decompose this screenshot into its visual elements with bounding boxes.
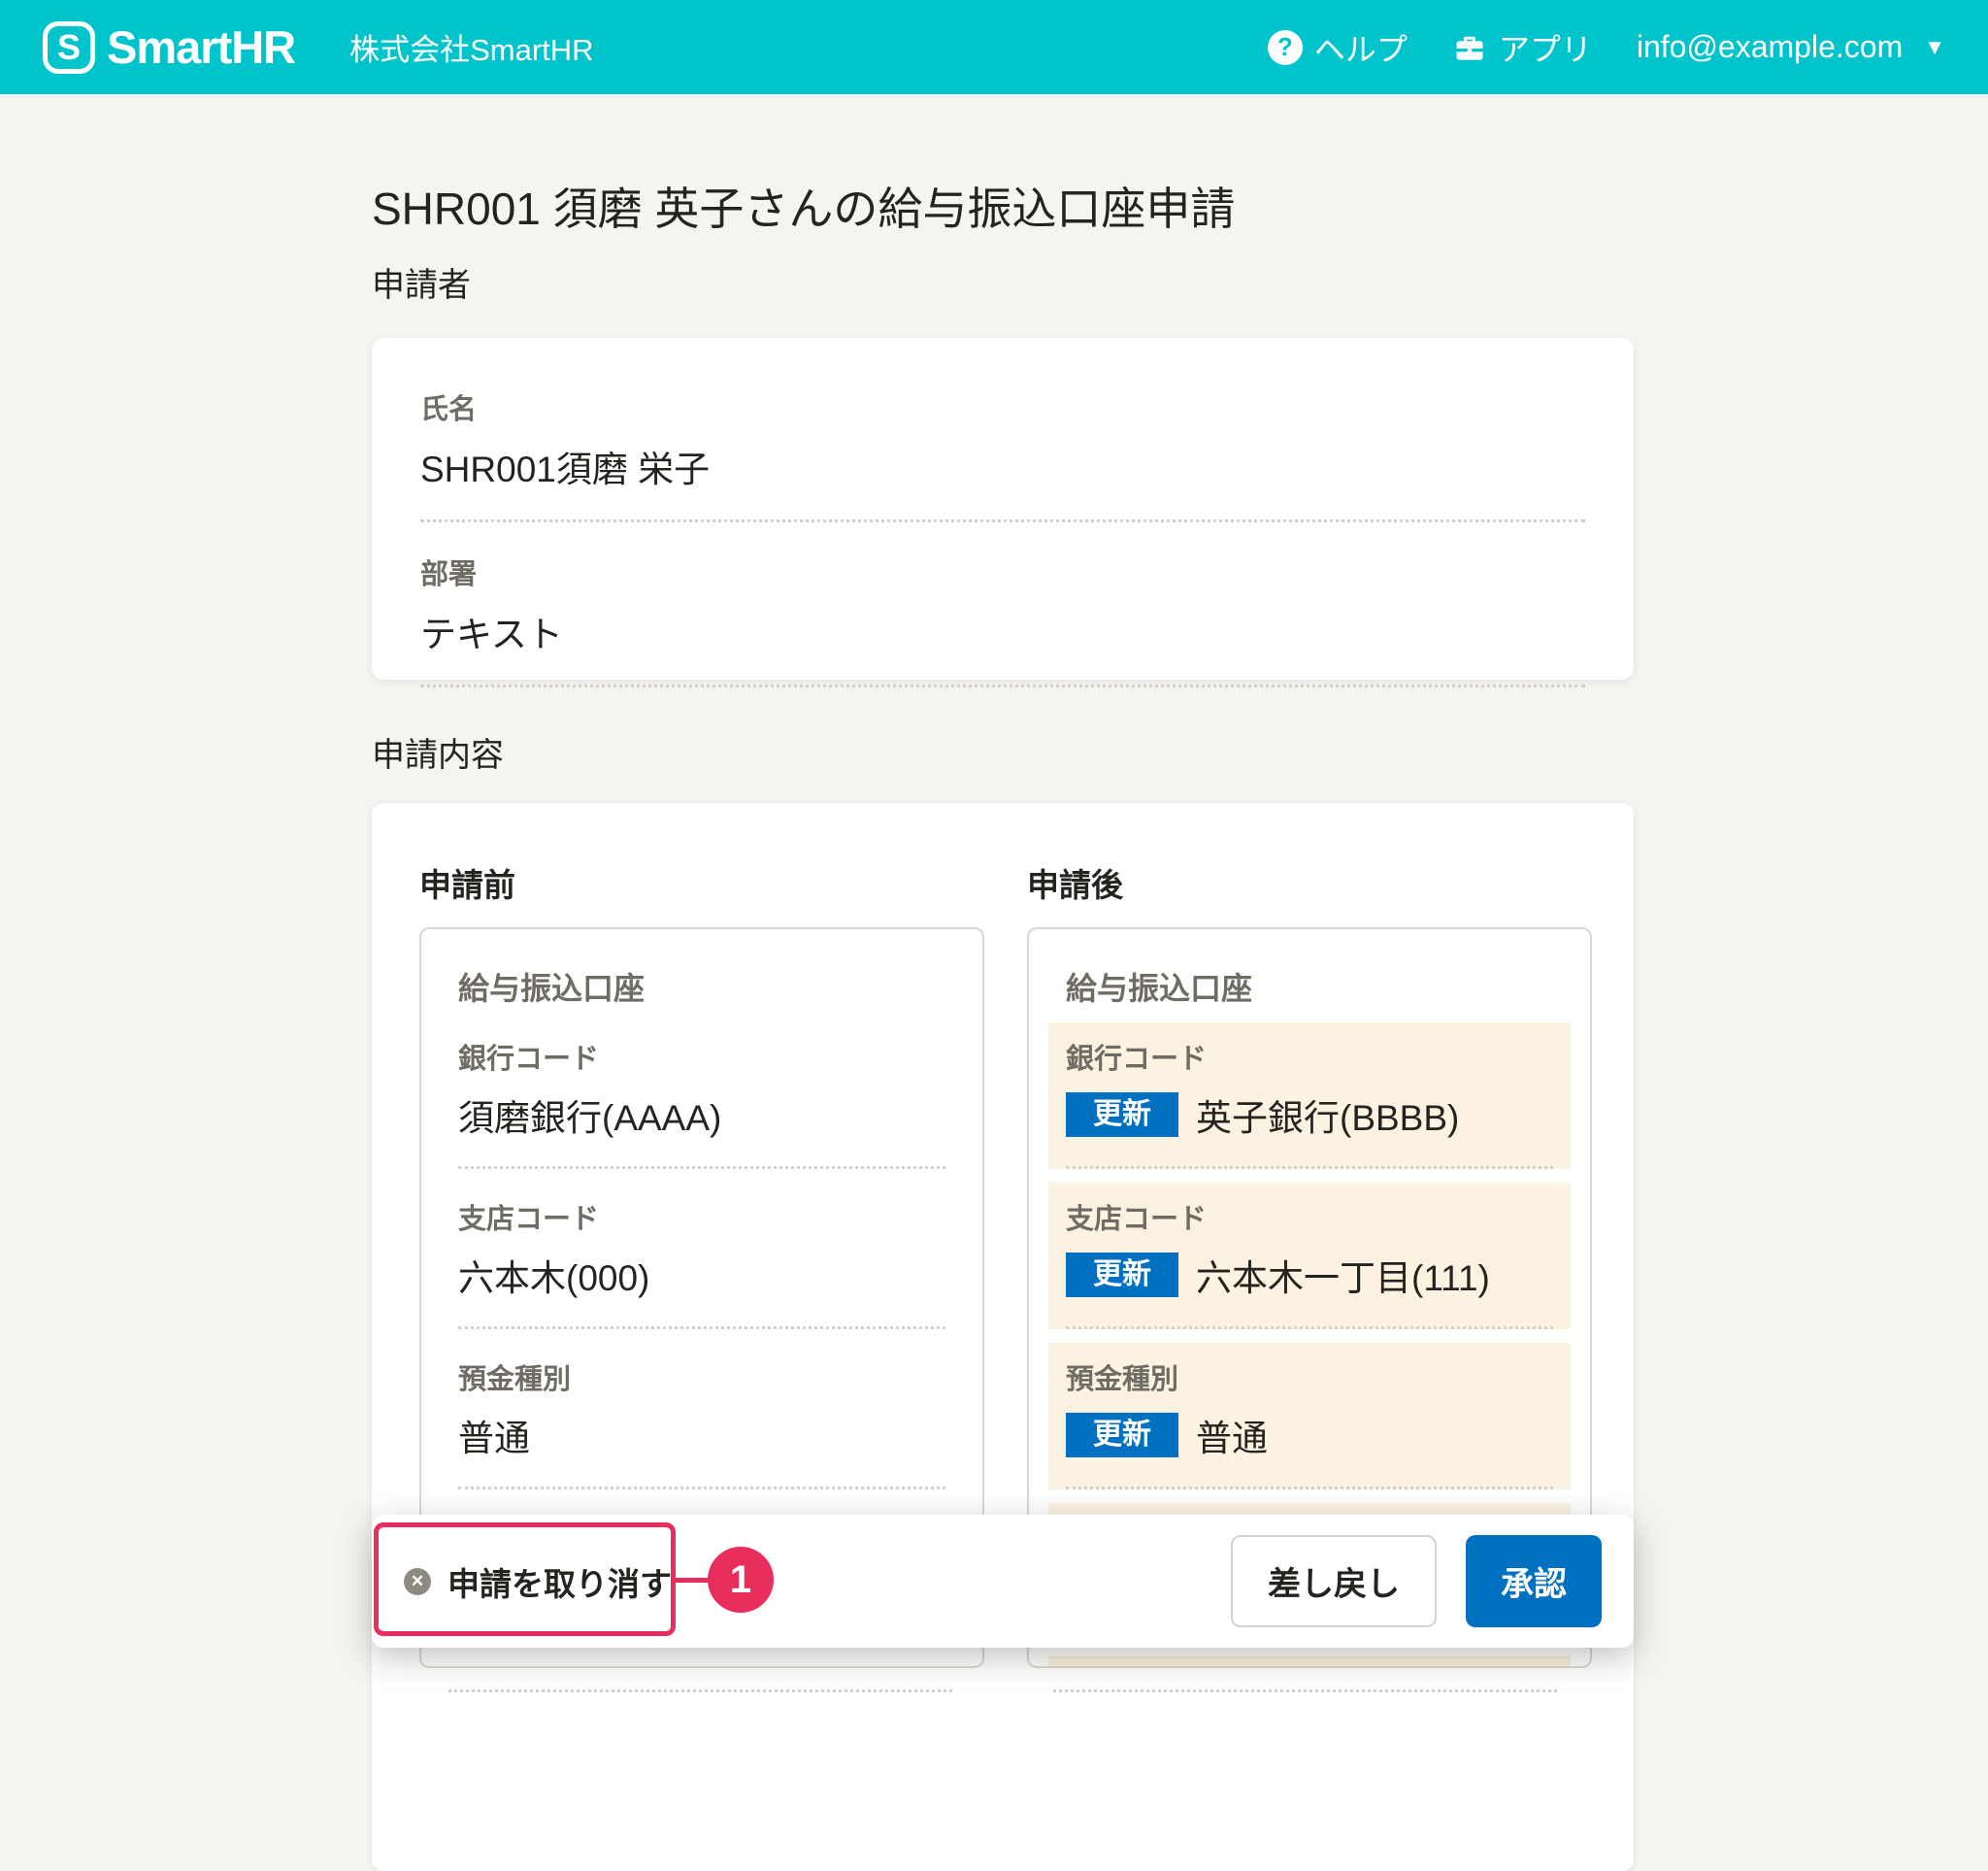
field-label: 氏名: [420, 386, 1585, 427]
smarthr-logo-text: SmartHR: [107, 20, 295, 74]
applicant-card: 氏名 SHR001須磨 栄子 部署 テキスト: [372, 338, 1634, 680]
field-label: 預金種別: [458, 1356, 945, 1397]
account-menu[interactable]: info@example.com ▼: [1637, 29, 1945, 65]
before-field-row: 口座名義（カナ） スマ エイコ: [458, 1665, 945, 1668]
field-value: 六本木(000): [458, 1249, 649, 1301]
close-icon: ✕: [404, 1568, 431, 1595]
smarthr-logo-icon: S: [43, 21, 95, 74]
field-label: 部署: [420, 551, 1585, 592]
field-label: 口座名義（カナ）: [458, 1665, 945, 1668]
field-value: SHR001須磨 栄子: [420, 440, 1585, 522]
field-value: テキスト: [420, 605, 1585, 687]
applicant-department-field: 部署 テキスト: [420, 551, 1585, 687]
request-heading: 申請内容: [372, 728, 1634, 776]
section-title: 給与振込口座: [458, 964, 945, 1009]
apps-icon: [1452, 30, 1487, 65]
field-label: 支店コード: [458, 1196, 945, 1237]
after-label: 申請後: [1027, 859, 1592, 906]
update-badge: 更新: [1066, 1253, 1178, 1297]
after-field-row-updated: 預金種別 更新 普通: [1048, 1343, 1571, 1489]
update-badge: 更新: [1066, 1092, 1178, 1137]
apps-label: アプリ: [1499, 25, 1592, 70]
request-card: 申請前 給与振込口座 銀行コード 須磨銀行(AAAA) 支店コード 六本木(00…: [372, 803, 1634, 1871]
field-label: 銀行コード: [1066, 1036, 1553, 1077]
cancel-request-button[interactable]: ✕ 申請を取り消す: [404, 1558, 672, 1605]
return-button[interactable]: 差し戻し: [1231, 1535, 1437, 1627]
section-title: 給与振込口座: [1066, 964, 1553, 1009]
field-value: 英子銀行(BBBB): [1196, 1088, 1459, 1141]
before-field-row: 支店コード 六本木(000): [458, 1196, 945, 1329]
after-field-row-updated: 銀行コード 更新 英子銀行(BBBB): [1048, 1022, 1571, 1169]
update-badge: 更新: [1066, 1413, 1178, 1457]
next-field-separators: [419, 1689, 1586, 1692]
field-label: 預金種別: [1066, 1356, 1553, 1397]
smarthr-logo[interactable]: S SmartHR: [43, 20, 295, 74]
approve-button[interactable]: 承認: [1466, 1535, 1602, 1627]
applicant-name-field: 氏名 SHR001須磨 栄子: [420, 386, 1585, 522]
apps-link[interactable]: アプリ: [1452, 25, 1592, 70]
help-label: ヘルプ: [1314, 25, 1408, 70]
cancel-request-label: 申請を取り消す: [447, 1558, 672, 1605]
account-email: info@example.com: [1637, 29, 1903, 65]
field-label: 銀行コード: [458, 1036, 945, 1077]
field-value: 須磨銀行(AAAA): [458, 1088, 721, 1141]
app-header: S SmartHR 株式会社SmartHR ? ヘルプ アプリ info@exa…: [0, 0, 1988, 94]
help-icon: ?: [1268, 30, 1303, 65]
company-name: 株式会社SmartHR: [349, 25, 593, 69]
header-nav: ? ヘルプ アプリ info@example.com ▼: [1268, 25, 1945, 70]
annotation-number-badge: 1: [708, 1547, 774, 1613]
chevron-down-icon: ▼: [1924, 35, 1945, 60]
after-field-row-updated: 支店コード 更新 六本木一丁目(111): [1048, 1183, 1571, 1329]
applicant-heading: 申請者: [372, 258, 1634, 306]
before-label: 申請前: [419, 859, 984, 906]
annotation-connector-line: [676, 1578, 708, 1583]
before-field-row: 預金種別 普通: [458, 1356, 945, 1489]
before-field-row: 銀行コード 須磨銀行(AAAA): [458, 1036, 945, 1169]
after-field-row-updated: 口座名義（カナ） 更新 スマ エイコ: [1048, 1655, 1571, 1668]
help-link[interactable]: ? ヘルプ: [1268, 25, 1408, 70]
field-value: 普通: [458, 1409, 530, 1461]
approval-action-bar: ✕ 申請を取り消す 差し戻し 承認: [372, 1515, 1634, 1648]
field-value: 普通: [1196, 1409, 1268, 1461]
field-label: 支店コード: [1066, 1196, 1553, 1237]
page-title: SHR001 須磨 英子さんの給与振込口座申請: [372, 174, 1634, 238]
field-value: 六本木一丁目(111): [1196, 1249, 1490, 1301]
